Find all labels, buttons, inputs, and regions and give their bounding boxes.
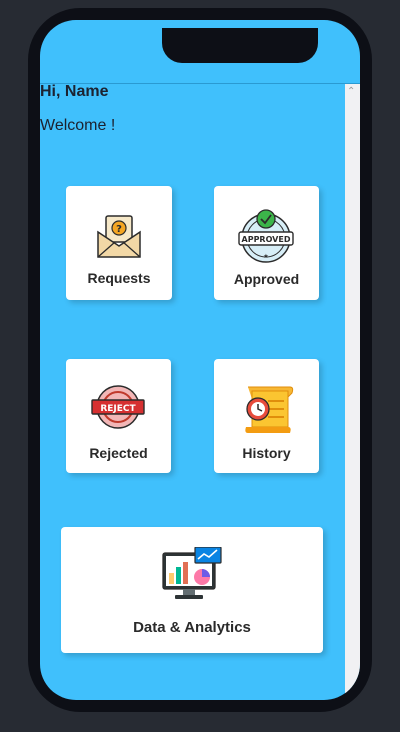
data-analytics-label: Data & Analytics <box>133 619 251 636</box>
reject-stamp-text: REJECT <box>100 404 136 414</box>
app-screen: Hi, Name Welcome ! ? Requests APPROVED ★… <box>40 20 360 700</box>
approved-stamp-text: APPROVED <box>242 235 291 244</box>
approved-card[interactable]: APPROVED ★ Approved <box>214 186 319 300</box>
scroll-up-arrow-icon[interactable]: ⌃ <box>347 87 355 97</box>
history-card[interactable]: History <box>214 359 319 473</box>
svg-text:?: ? <box>116 224 122 235</box>
device-notch <box>162 28 318 63</box>
history-scroll-clock-icon <box>245 386 294 433</box>
welcome-text: Welcome ! <box>40 117 116 134</box>
rejected-card[interactable]: REJECT Rejected <box>66 359 171 473</box>
requests-card[interactable]: ? Requests <box>66 186 172 300</box>
svg-text:★: ★ <box>263 253 268 260</box>
vertical-scrollbar[interactable]: ⌃ <box>345 84 360 700</box>
greeting-text: Hi, Name <box>40 83 109 100</box>
rejected-label: Rejected <box>89 445 148 461</box>
reject-stamp-icon: REJECT <box>91 385 145 429</box>
requests-label: Requests <box>87 270 151 286</box>
data-analytics-card[interactable]: Data & Analytics <box>61 527 323 653</box>
approved-stamp-icon: APPROVED ★ <box>238 209 294 263</box>
history-label: History <box>242 445 291 461</box>
envelope-question-icon: ? <box>97 215 141 258</box>
monitor-charts-icon <box>162 547 222 599</box>
approved-label: Approved <box>233 271 300 287</box>
